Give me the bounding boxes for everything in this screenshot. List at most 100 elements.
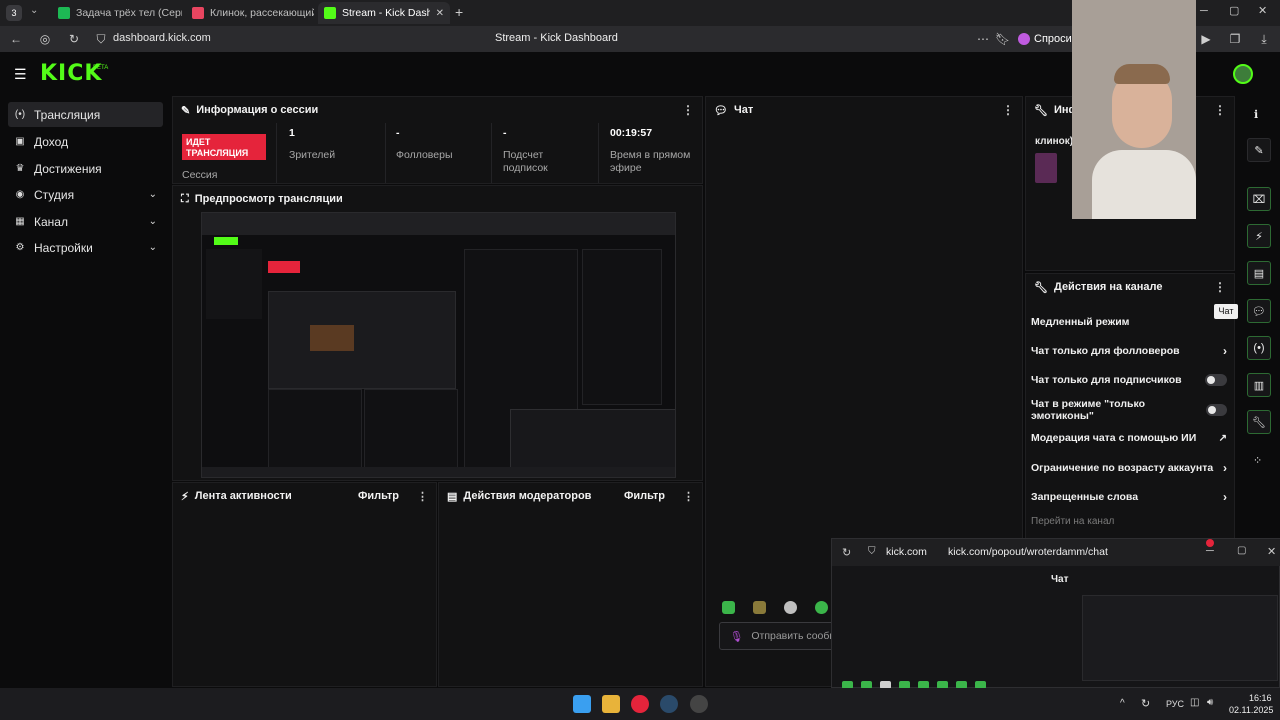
panel-menu-icon[interactable]: ⋮ <box>1002 103 1014 117</box>
rail-chat-icon[interactable]: 💬︎ <box>1247 299 1271 323</box>
rail-lightning-icon[interactable]: ⚡︎ <box>1247 224 1271 248</box>
collections-icon[interactable]: ❐ <box>1228 32 1242 46</box>
emote-icon[interactable] <box>815 601 828 614</box>
browser-tab-2[interactable]: Клинок, рассекающий де <box>186 2 314 24</box>
more-icon[interactable]: ⋯ <box>976 32 990 46</box>
subscribers-only-toggle[interactable] <box>1205 374 1227 386</box>
category-thumbnail[interactable] <box>1035 153 1057 183</box>
sidebar-item-label: Студия <box>34 187 75 202</box>
rail-stream-key-icon[interactable]: ⌧ <box>1247 187 1271 211</box>
action-followers-only[interactable]: Чат только для фолловеров › <box>1031 340 1227 362</box>
popout-maximize-icon[interactable]: ▢ <box>1237 545 1246 556</box>
panel-menu-icon[interactable]: ⋮ <box>1214 280 1226 294</box>
site-info-icon[interactable]: ⛉ <box>94 32 108 46</box>
sidebar-item-settings[interactable]: ⚙ Настройки ⌄ <box>8 235 163 260</box>
panel-menu-icon[interactable]: ⋮ <box>683 490 694 503</box>
media-icon[interactable]: ▶ <box>1199 32 1213 46</box>
emote-icon[interactable] <box>784 601 797 614</box>
page-title: Stream - Kick Dashboard <box>495 32 618 44</box>
window-minimize-icon[interactable]: ─ <box>1200 5 1208 17</box>
popout-url[interactable]: kick.com/popout/wroterdamm/chat <box>948 546 1108 558</box>
emote-icon[interactable] <box>722 601 735 614</box>
action-slow-mode[interactable]: Медленный режим <box>1031 311 1227 333</box>
window-maximize-icon[interactable]: ▢ <box>1229 4 1239 17</box>
sidebar-item-income[interactable]: ▣ Доход <box>8 129 163 154</box>
emotes-only-toggle[interactable] <box>1205 404 1227 416</box>
avatar[interactable] <box>1233 64 1253 84</box>
reload-icon[interactable]: ↻ <box>67 32 81 46</box>
action-emotes-only[interactable]: Чат в режиме "только эмотиконы" <box>1031 398 1227 422</box>
network-icon[interactable]: ◫ <box>1190 697 1199 708</box>
ask-label: Спроси <box>1034 33 1072 45</box>
rail-info-icon[interactable]: ℹ <box>1254 108 1258 121</box>
yandex-home-icon[interactable]: ◎ <box>38 32 52 46</box>
action-banned-words[interactable]: Запрещенные слова › <box>1031 486 1227 508</box>
channel-icon: ▦ <box>15 216 25 227</box>
window-close-icon[interactable]: ✕ <box>1258 4 1267 17</box>
chat-send-input[interactable]: 🎙︎ Отправить сообщ <box>719 622 849 650</box>
bookmark-icon[interactable]: 🔖︎ <box>995 32 1010 46</box>
tray-sync-icon[interactable]: ↻ <box>1141 697 1150 710</box>
filter-button[interactable]: Фильтр <box>358 490 399 502</box>
popout-close-icon[interactable]: ✕ <box>1267 545 1276 558</box>
rail-wrench-icon[interactable]: 🔧︎ <box>1247 410 1271 434</box>
tab-list-chevron-icon[interactable]: ⌄ <box>30 5 38 16</box>
action-ai-moderation[interactable]: Модерация чата с помощью ИИ ↗ <box>1031 427 1227 449</box>
back-icon[interactable]: ← <box>9 32 23 46</box>
broadcast-icon: (•) <box>14 109 26 120</box>
stat-subscriptions: - Подсчет подписок <box>503 127 573 175</box>
preview-taskbar <box>202 467 675 477</box>
wallet-icon: ▣ <box>15 136 25 147</box>
rail-clipboard-icon[interactable]: ▤ <box>1247 261 1271 285</box>
clock-date[interactable]: 02.11.2025 <box>1229 705 1273 715</box>
session-label: Сессия <box>182 169 218 181</box>
url-field[interactable]: dashboard.kick.com <box>113 32 211 44</box>
tray-chevron-icon[interactable]: ^ <box>1120 698 1125 709</box>
action-account-age[interactable]: Ограничение по возрасту аккаунта › <box>1031 457 1227 479</box>
preview-inner-video <box>268 291 456 389</box>
rail-apps-icon[interactable]: ⁘ <box>1253 454 1262 467</box>
hamburger-menu-icon[interactable]: ☰ <box>14 66 27 83</box>
browser-tab-3[interactable]: Stream - Kick Dashboar ✕ <box>318 2 450 24</box>
wrench-icon: 🔧︎ <box>1034 104 1048 117</box>
studio-icon: ◉ <box>15 189 25 200</box>
stream-preview-video[interactable] <box>201 212 676 478</box>
download-icon[interactable]: ⤓ <box>1257 32 1271 46</box>
stat-live-time: 00:19:57 Время в прямом эфире <box>610 127 700 175</box>
sidebar-item-broadcast[interactable]: (•) Трансляция <box>8 102 163 127</box>
mic-icon[interactable]: 🎙︎ <box>730 630 743 643</box>
sidebar-item-label: Достижения <box>34 161 102 176</box>
sidebar-item-studio[interactable]: ◉ Студия ⌄ <box>8 182 163 207</box>
panel-menu-icon[interactable]: ⋮ <box>682 103 694 117</box>
tab-count-badge[interactable]: 3 <box>6 5 22 21</box>
divider <box>491 123 492 183</box>
rail-layout-icon[interactable]: ▥ <box>1247 373 1271 397</box>
sidebar-item-achievements[interactable]: ♛ Достижения <box>8 156 163 181</box>
yandex-browser-icon[interactable] <box>631 695 649 713</box>
popout-reload-icon[interactable]: ↻ <box>842 546 851 559</box>
action-label: Модерация чата с помощью ИИ <box>1031 432 1197 444</box>
windows-start-icon[interactable] <box>573 695 591 713</box>
volume-icon[interactable]: 🔊︎ <box>1207 697 1213 708</box>
rail-broadcast-icon[interactable]: (•) <box>1247 336 1271 360</box>
input-language[interactable]: РУС <box>1166 699 1184 709</box>
new-tab-icon[interactable]: + <box>455 4 463 20</box>
stat-value: 1 <box>289 127 295 139</box>
emote-icon[interactable] <box>753 601 766 614</box>
action-subscribers-only[interactable]: Чат только для подписчиков <box>1031 369 1227 391</box>
browser-tab-1[interactable]: Задача трёх тел (Сериал <box>52 2 182 24</box>
ask-button[interactable]: Спроси <box>1018 30 1072 48</box>
preview-actions-panel <box>582 249 662 405</box>
clock-time[interactable]: 16:16 <box>1249 693 1272 703</box>
steam-icon[interactable] <box>660 695 678 713</box>
obs-icon[interactable] <box>690 695 708 713</box>
tab-title: Задача трёх тел (Сериал <box>76 7 182 19</box>
rail-edit-icon[interactable]: ✎ <box>1247 138 1271 162</box>
sidebar-item-channel[interactable]: ▦ Канал ⌄ <box>8 209 163 234</box>
file-explorer-icon[interactable] <box>602 695 620 713</box>
panel-menu-icon[interactable]: ⋮ <box>1214 103 1226 117</box>
tab-close-icon[interactable]: ✕ <box>436 8 444 19</box>
panel-menu-icon[interactable]: ⋮ <box>417 490 428 503</box>
go-to-channel-link[interactable]: Перейти на канал <box>1031 516 1114 527</box>
filter-button[interactable]: Фильтр <box>624 490 665 502</box>
